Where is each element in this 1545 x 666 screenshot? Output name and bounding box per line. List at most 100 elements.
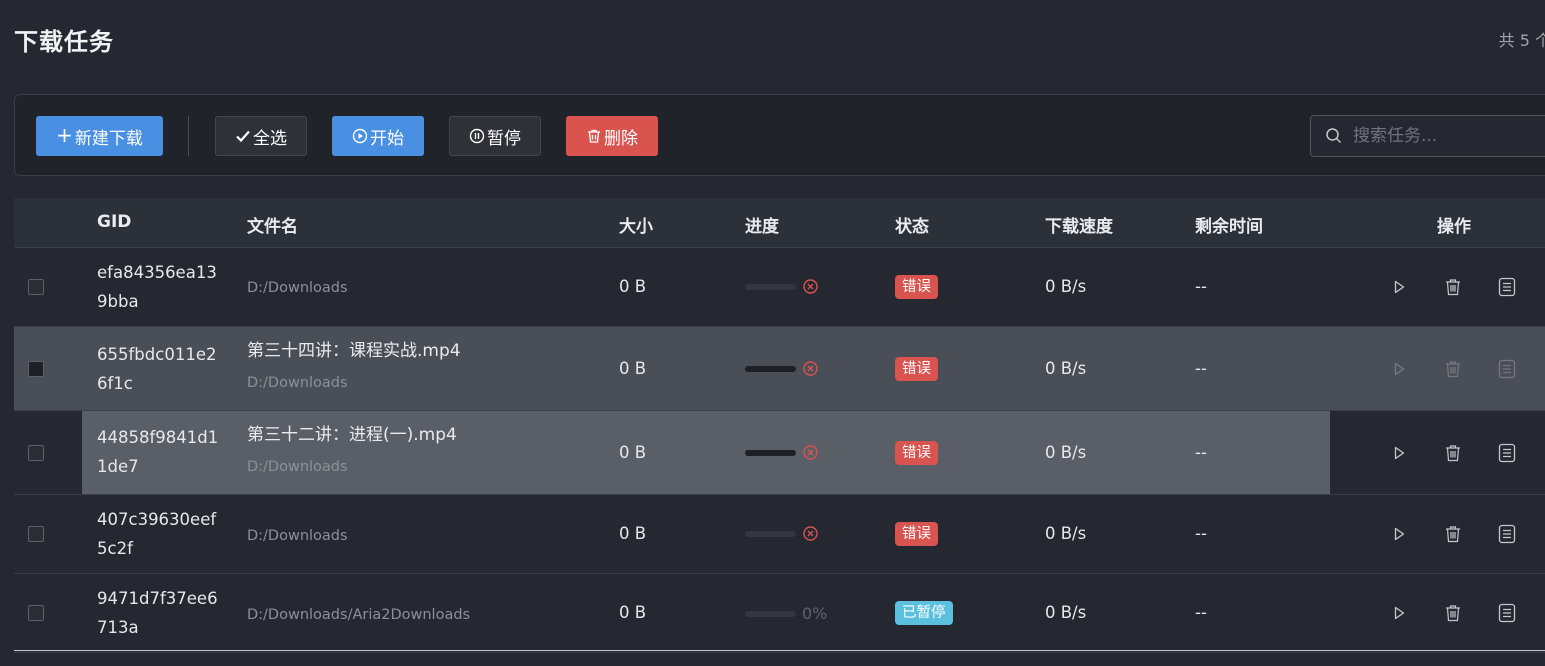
header-speed[interactable]: 下载速度 — [1045, 212, 1113, 237]
play-icon — [1394, 606, 1405, 620]
task-count: 共 5 个 — [1498, 31, 1545, 50]
table-row[interactable]: 9471d7f37ee6713a D:/Downloads/Aria2Downl… — [14, 574, 1545, 653]
details-icon — [1498, 443, 1516, 463]
task-details-button[interactable] — [1496, 442, 1518, 464]
progress-cell — [745, 444, 819, 461]
trash-icon — [1446, 361, 1460, 378]
table-row[interactable]: 407c39630eef5c2f D:/Downloads 0 B 错误 0 B… — [14, 495, 1545, 574]
task-details-button[interactable] — [1496, 358, 1518, 380]
new-download-button[interactable]: + 新建下载 — [36, 116, 163, 156]
progress-bar — [745, 283, 796, 290]
delete-task-button[interactable] — [1442, 602, 1464, 624]
header-status[interactable]: 状态 — [895, 212, 929, 237]
status-badge: 错误 — [895, 522, 938, 546]
trash-icon — [1446, 605, 1460, 622]
start-button[interactable]: 开始 — [332, 116, 424, 156]
delete-task-button[interactable] — [1442, 276, 1464, 298]
row-checkbox[interactable] — [28, 605, 44, 621]
remaining-cell: -- — [1195, 359, 1207, 378]
task-details-button[interactable] — [1496, 523, 1518, 545]
search-icon — [1326, 128, 1342, 144]
file-path: D:/Downloads/Aria2Downloads — [247, 607, 471, 623]
page-title: 下载任务 — [14, 28, 114, 56]
speed-cell: 0 B/s — [1045, 277, 1087, 296]
header-filename[interactable]: 文件名 — [247, 212, 298, 237]
row-checkbox[interactable] — [28, 361, 44, 377]
status-cell: 已暂停 — [895, 601, 953, 625]
delete-task-button[interactable] — [1442, 358, 1464, 380]
gid-cell: 655fbdc011e26f1c — [97, 345, 217, 393]
plus-icon: + — [56, 123, 73, 147]
actions-cell — [1388, 442, 1518, 464]
status-badge: 错误 — [895, 441, 938, 465]
size-cell: 0 B — [619, 524, 647, 543]
start-task-button[interactable] — [1388, 602, 1410, 624]
file-name: 第三十二讲：进程(一).mp4 — [247, 425, 457, 445]
start-task-button[interactable] — [1388, 276, 1410, 298]
remaining-cell: -- — [1195, 524, 1207, 543]
speed-cell: 0 B/s — [1045, 443, 1087, 462]
progress-bar — [745, 365, 796, 372]
pause-button[interactable]: 暂停 — [449, 116, 541, 156]
header-size[interactable]: 大小 — [619, 212, 653, 237]
header-gid[interactable]: GID — [97, 212, 131, 232]
search-input[interactable] — [1351, 125, 1545, 147]
progress-cell: 0% — [745, 604, 827, 623]
filename-cell: 第三十二讲：进程(一).mp4 D:/Downloads — [247, 423, 457, 477]
table-row[interactable]: 44858f9841d11de7 第三十二讲：进程(一).mp4 D:/Down… — [14, 411, 1545, 495]
play-icon — [1394, 280, 1405, 294]
error-circle-icon — [803, 445, 818, 460]
progress-cell — [745, 278, 819, 295]
filename-cell: 第三十四讲：课程实战.mp4 D:/Downloads — [247, 339, 461, 393]
task-details-button[interactable] — [1496, 276, 1518, 298]
size-cell: 0 B — [619, 443, 647, 462]
file-name: 第三十四讲：课程实战.mp4 — [247, 341, 461, 361]
progress-cell — [745, 525, 819, 542]
trash-icon — [1446, 445, 1460, 462]
status-cell: 错误 — [895, 441, 938, 465]
delete-task-button[interactable] — [1442, 442, 1464, 464]
actions-cell — [1388, 602, 1518, 624]
file-path: D:/Downloads — [247, 280, 348, 296]
task-table: GID 文件名 大小 进度 状态 下载速度 剩余时间 操作 efa84356ea… — [14, 198, 1545, 653]
task-details-button[interactable] — [1496, 602, 1518, 624]
select-all-button[interactable]: 全选 — [215, 116, 307, 156]
row-checkbox[interactable] — [28, 445, 44, 461]
play-circle-icon — [352, 128, 368, 144]
filename-cell: D:/Downloads — [247, 495, 348, 546]
table-row[interactable]: 655fbdc011e26f1c 第三十四讲：课程实战.mp4 D:/Downl… — [14, 327, 1545, 411]
size-cell: 0 B — [619, 603, 647, 622]
start-task-button[interactable] — [1388, 523, 1410, 545]
start-task-button[interactable] — [1388, 358, 1410, 380]
file-path: D:/Downloads — [247, 528, 348, 544]
play-icon — [1394, 362, 1405, 376]
details-icon — [1498, 524, 1516, 544]
row-checkbox[interactable] — [28, 526, 44, 542]
pause-label: 暂停 — [487, 128, 521, 149]
status-cell: 错误 — [895, 357, 938, 381]
progress-percent: 0% — [802, 604, 828, 623]
search-box[interactable] — [1310, 115, 1545, 157]
size-cell: 0 B — [619, 277, 647, 296]
remaining-cell: -- — [1195, 443, 1207, 462]
actions-cell — [1388, 276, 1518, 298]
row-checkbox[interactable] — [28, 279, 44, 295]
delete-task-button[interactable] — [1442, 523, 1464, 545]
size-cell: 0 B — [619, 359, 647, 378]
gid-cell: 44858f9841d11de7 — [97, 428, 219, 476]
table-bottom-border — [14, 650, 1545, 651]
details-icon — [1498, 359, 1516, 379]
trash-icon — [1446, 526, 1460, 543]
trash-icon — [1446, 279, 1460, 296]
status-badge: 错误 — [895, 357, 938, 381]
status-badge: 已暂停 — [895, 601, 953, 625]
start-task-button[interactable] — [1388, 442, 1410, 464]
table-row[interactable]: efa84356ea139bba D:/Downloads 0 B 错误 0 B… — [14, 248, 1545, 327]
gid-cell: efa84356ea139bba — [97, 263, 217, 311]
header-progress[interactable]: 进度 — [745, 212, 779, 237]
delete-button[interactable]: 删除 — [566, 116, 658, 156]
status-cell: 错误 — [895, 275, 938, 299]
delete-label: 删除 — [604, 128, 638, 149]
filename-cell: D:/Downloads/Aria2Downloads — [247, 574, 470, 625]
header-remaining[interactable]: 剩余时间 — [1195, 212, 1263, 237]
